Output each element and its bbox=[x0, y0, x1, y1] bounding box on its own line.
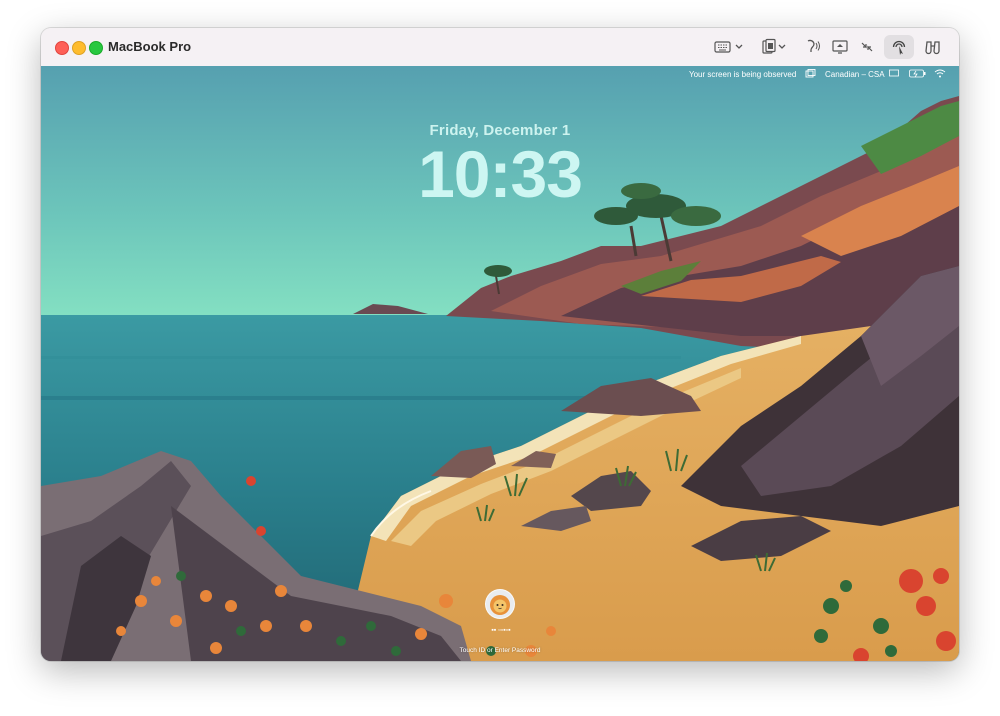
lock-time: 10:33 bbox=[418, 137, 583, 211]
user-avatar[interactable] bbox=[485, 589, 515, 619]
control-button[interactable] bbox=[884, 35, 914, 59]
wifi-icon[interactable] bbox=[934, 69, 946, 80]
binoculars-icon bbox=[925, 41, 940, 55]
binoculars-button[interactable] bbox=[922, 37, 944, 57]
screen-button[interactable] bbox=[830, 37, 850, 57]
accessibility-button[interactable] bbox=[801, 37, 821, 57]
control-icon bbox=[892, 40, 906, 55]
screen-share-icon[interactable] bbox=[805, 69, 816, 81]
keyboard-icon bbox=[714, 41, 743, 53]
input-source-menu[interactable]: Canadian – CSA bbox=[825, 70, 885, 79]
chevron-down-icon bbox=[778, 44, 786, 49]
shrink-icon bbox=[861, 42, 873, 52]
window-title: MacBook Pro bbox=[108, 39, 192, 54]
vnc-window: MacBook Pro Your screen is being observe… bbox=[41, 28, 959, 661]
observed-status: Your screen is being observed bbox=[689, 70, 797, 79]
shrink-button[interactable] bbox=[858, 37, 876, 57]
clipboard-menu-button[interactable] bbox=[759, 37, 789, 57]
close-button[interactable] bbox=[55, 41, 69, 55]
minimize-button[interactable] bbox=[72, 41, 86, 55]
accessibility-icon bbox=[807, 39, 820, 52]
keyboard-menu-button[interactable] bbox=[713, 37, 745, 57]
screen-icon bbox=[832, 40, 848, 54]
keyboard-layout-icon[interactable] bbox=[889, 69, 899, 80]
lion-avatar-icon bbox=[490, 595, 510, 615]
battery-icon[interactable] bbox=[909, 69, 927, 80]
clipboard-icon bbox=[762, 38, 786, 54]
title-bar: MacBook Pro bbox=[41, 28, 959, 67]
chevron-down-icon bbox=[735, 44, 743, 49]
password-hint: Touch ID or Enter Password bbox=[459, 647, 541, 654]
username-label: ▪▪ ▫▫▪▫▪ bbox=[491, 627, 511, 634]
remote-screen[interactable]: Your screen is being observed Canadian –… bbox=[41, 66, 959, 661]
zoom-button[interactable] bbox=[89, 41, 103, 55]
